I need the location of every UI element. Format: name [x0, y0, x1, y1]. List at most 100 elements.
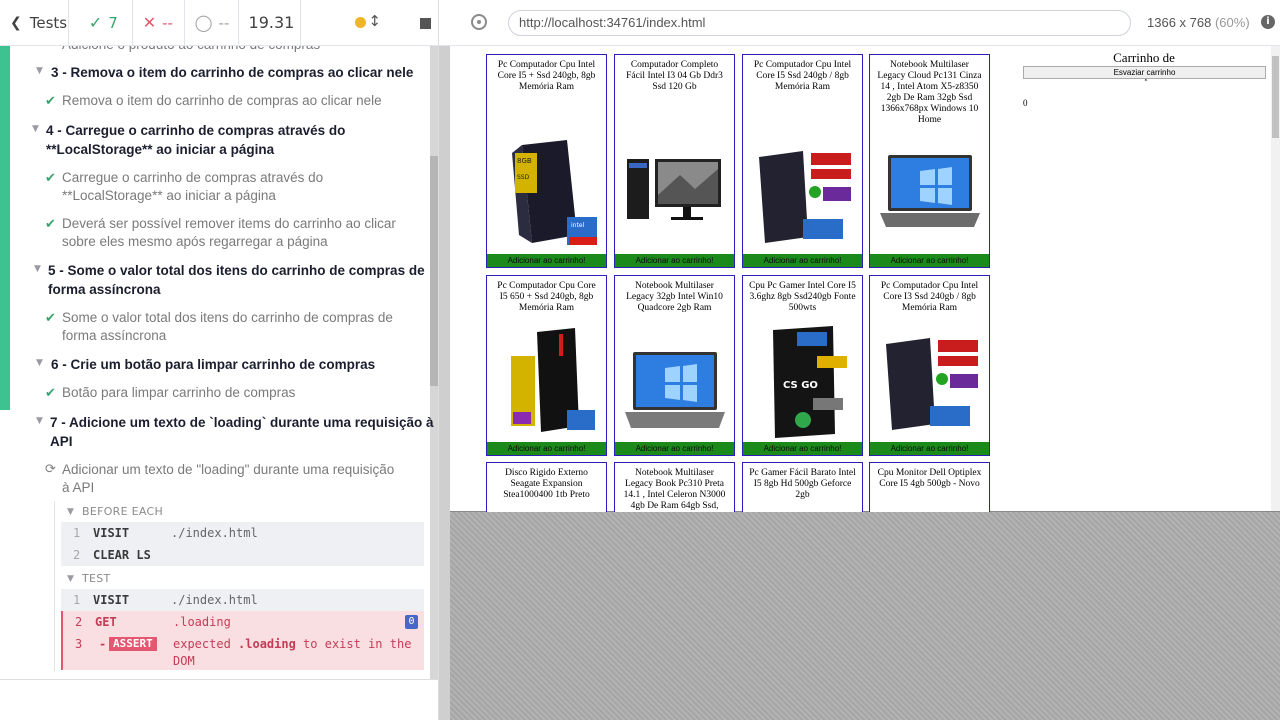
product-image: [625, 348, 725, 438]
svg-text:8GB: 8GB: [517, 157, 532, 165]
suite-title[interactable]: 6 - Crie um botão para limpar carrinho d…: [51, 355, 438, 374]
test-title-cont[interactable]: sobre eles mesmo após regarregar a págin…: [62, 233, 438, 251]
svg-text:SSD: SSD: [517, 174, 530, 181]
test-title[interactable]: Adicionar um texto de "loading" durante …: [62, 461, 438, 479]
url-bar[interactable]: http://localhost:34761/index.html: [508, 10, 1131, 36]
command-row[interactable]: 1 VISIT ./index.html: [61, 589, 424, 611]
add-to-cart-button[interactable]: Adicionar ao carrinho!: [487, 254, 606, 267]
caret-down-icon[interactable]: ▼: [34, 264, 41, 274]
add-to-cart-button[interactable]: Adicionar ao carrinho!: [615, 254, 734, 267]
command-number: 1: [73, 593, 81, 607]
product-card: Notebook Multilaser Legacy 32gb Intel Wi…: [614, 275, 735, 456]
test-title[interactable]: Botão para limpar carrinho de compras: [62, 384, 438, 402]
info-icon[interactable]: i: [1261, 15, 1275, 29]
gamer-pc-icon: CS GO: [773, 326, 847, 438]
test-title-cont[interactable]: à API: [62, 479, 438, 497]
product-image: [625, 155, 725, 235]
product-card: Computador Completo Fácil Intel I3 04 Gb…: [614, 54, 735, 268]
check-icon: ✓: [88, 13, 103, 32]
product-card: Notebook Multilaser Legacy Book Pc310 Pr…: [614, 462, 735, 512]
suite-title-cont[interactable]: forma assíncrona: [48, 280, 438, 299]
command-number: 2: [73, 548, 81, 562]
product-title: Cpu Monitor Dell Optiplex Core I5 4gb 50…: [877, 468, 982, 489]
empty-cart-button[interactable]: Esvaziar carrinho: [1023, 66, 1266, 79]
test-title-cont[interactable]: forma assíncrona: [62, 327, 438, 345]
suite-title-cont[interactable]: API: [50, 432, 438, 451]
command-row[interactable]: 2 CLEAR LS: [61, 544, 424, 566]
tests-button[interactable]: ❮ Tests: [0, 0, 69, 46]
caret-down-icon[interactable]: ▼: [36, 416, 43, 426]
test-title-cont[interactable]: **LocalStorage** ao iniciar a página: [62, 187, 438, 205]
product-card: Pc Computador Cpu Intel Core I5 Ssd 240g…: [742, 54, 863, 268]
caret-down-icon[interactable]: ▼: [32, 124, 39, 134]
command-row-failed[interactable]: 2 GET .loading 0: [61, 611, 424, 633]
test-title[interactable]: Remova o item do carrinho de compras ao …: [62, 92, 438, 110]
panel-divider: [0, 679, 438, 680]
add-to-cart-button[interactable]: Adicionar ao carrinho!: [870, 442, 989, 455]
product-card: Pc Computador Cpu Intel Core I3 Ssd 240g…: [869, 275, 990, 456]
viewport-size: 1366 x 768: [1147, 15, 1212, 30]
command-guide-line: [54, 501, 55, 671]
product-image: 8GB SSD intel: [497, 135, 597, 245]
hook-before-each[interactable]: BEFORE EACH: [82, 505, 438, 518]
laptop-icon: [880, 155, 980, 227]
test-title-partial[interactable]: Adicione o produto ao carrinho de compra…: [62, 46, 438, 54]
add-to-cart-button[interactable]: Adicionar ao carrinho!: [487, 442, 606, 455]
caret-down-icon[interactable]: ▼: [67, 507, 74, 517]
command-row[interactable]: 1 VISIT ./index.html: [61, 522, 424, 544]
refresh-icon: ⟳: [45, 462, 56, 477]
selector-playground-icon[interactable]: [471, 14, 487, 30]
caret-down-icon[interactable]: ▼: [67, 574, 74, 584]
assert-message-rest: to exist in the: [295, 637, 412, 651]
assert-message-cont: DOM: [173, 654, 195, 668]
command-message: ./index.html: [171, 593, 258, 607]
test-title[interactable]: Some o valor total dos itens do carrinho…: [62, 309, 438, 327]
pc-tower-icon: [886, 338, 978, 430]
app-scrollbar[interactable]: [1271, 46, 1280, 511]
viewport-info[interactable]: 1366 x 768 (60%): [1147, 15, 1250, 30]
svg-text:intel: intel: [571, 222, 585, 229]
test-title[interactable]: Carregue o carrinho de compras através d…: [62, 169, 438, 187]
x-icon: ✕: [142, 13, 157, 32]
add-to-cart-button[interactable]: Adicionar ao carrinho!: [615, 442, 734, 455]
add-to-cart-button[interactable]: Adicionar ao carrinho!: [870, 254, 989, 267]
suite-title[interactable]: 3 - Remova o item do carrinho de compras…: [51, 63, 438, 82]
test-title[interactable]: Deverá ser possível remover items do car…: [62, 215, 438, 233]
command-row-assert-failed[interactable]: 3 - ASSERT expected .loading to exist in…: [61, 633, 424, 670]
caret-down-icon[interactable]: ▼: [36, 66, 43, 76]
auto-scroll-dot-icon[interactable]: [355, 16, 367, 28]
suite-title[interactable]: 7 - Adicione um texto de `loading` duran…: [50, 413, 438, 432]
hook-test[interactable]: TEST: [82, 572, 438, 585]
failed-value: --: [162, 13, 173, 32]
product-title: Notebook Multilaser Legacy Book Pc310 Pr…: [623, 468, 726, 511]
reporter-panel: ❮ Tests ✓ 7 ✕ -- ◯ -- 19.31 ↕ ▼ 3 - Remo…: [0, 0, 439, 720]
product-card: Pc Computador Cpu Core I5 650 + Ssd 240g…: [486, 275, 607, 456]
laptop-icon: [625, 352, 725, 428]
suite-title[interactable]: 4 - Carregue o carrinho de compras atrav…: [46, 121, 438, 140]
pending-circle-icon: ◯: [194, 13, 213, 32]
product-title: Pc Gamer Fácil Barato Intel I5 8gb Hd 50…: [749, 468, 856, 500]
command-message: .loading: [173, 615, 231, 629]
splitter[interactable]: [439, 46, 450, 720]
caret-down-icon[interactable]: ▼: [36, 358, 43, 368]
svg-text:CS GO: CS GO: [783, 380, 818, 391]
product-card: Cpu Monitor Dell Optiplex Core I5 4gb 50…: [869, 462, 990, 512]
stop-icon[interactable]: [420, 17, 432, 29]
suite-title[interactable]: 5 - Some o valor total dos itens do carr…: [48, 261, 438, 280]
auto-scroll-arrows-icon[interactable]: ↕: [368, 12, 381, 30]
app-scrollbar-thumb[interactable]: [1272, 56, 1279, 138]
passed-count: ✓ 7: [69, 0, 133, 46]
product-image: [497, 326, 597, 436]
controls: ↕: [301, 0, 438, 46]
suite-pass-indicator: [0, 46, 10, 410]
runnables-list: Adicione o produto ao carrinho de compra…: [0, 46, 438, 680]
desktop-monitor-icon: [627, 159, 721, 220]
suite-title-cont[interactable]: **LocalStorage** ao iniciar a página: [46, 140, 438, 159]
add-to-cart-button[interactable]: Adicionar ao carrinho!: [743, 442, 862, 455]
pending-value: --: [218, 13, 230, 32]
cypress-runner: ❮ Tests ✓ 7 ✕ -- ◯ -- 19.31 ↕ ▼ 3 - Remo…: [0, 0, 1280, 720]
add-to-cart-button[interactable]: Adicionar ao carrinho!: [743, 254, 862, 267]
check-icon: ✔: [45, 94, 56, 109]
viewport-scale: (60%): [1214, 15, 1250, 30]
cart-total-price: 0: [1023, 98, 1028, 108]
